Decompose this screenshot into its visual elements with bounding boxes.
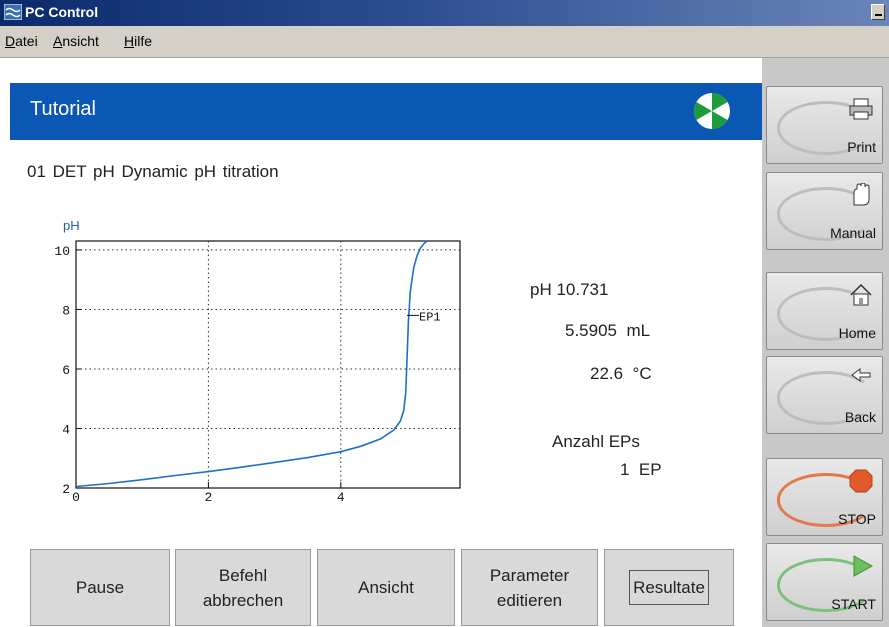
y-axis-label: pH <box>63 218 80 233</box>
start-label: START <box>831 596 876 612</box>
printer-icon <box>849 98 873 120</box>
abort-command-button[interactable]: Befehl abbrechen <box>175 549 311 626</box>
x-tick-label: 0 <box>72 490 80 505</box>
y-tick-label: 10 <box>54 244 70 259</box>
y-tick-label: 6 <box>62 363 70 378</box>
back-arrow-icon <box>851 368 871 382</box>
start-button[interactable]: START <box>766 543 883 621</box>
home-icon <box>850 283 872 306</box>
app-icon <box>4 4 22 20</box>
window-title: PC Control <box>25 4 99 20</box>
manual-label: Manual <box>830 225 876 241</box>
results-label: Resultate <box>629 570 709 605</box>
menu-hilfe[interactable]: Hilfe <box>124 33 152 49</box>
y-tick-label: 8 <box>62 303 70 318</box>
params-label-line1: Parameter <box>489 565 570 585</box>
back-button[interactable]: Back <box>766 356 883 434</box>
side-panel: Print Manual Home Back STOP START <box>762 58 889 627</box>
plot-frame <box>75 240 461 489</box>
minimize-button[interactable] <box>871 4 885 20</box>
ep-label: EP1 <box>419 310 441 324</box>
titration-chart: pH V [mL] 246810024EP1 <box>54 218 466 555</box>
page-title: Tutorial <box>30 98 96 120</box>
abort-label-line2: abbrechen <box>202 590 284 610</box>
print-label: Print <box>847 139 876 155</box>
params-label-line2: editieren <box>496 590 563 610</box>
manual-button[interactable]: Manual <box>766 172 883 250</box>
y-tick-label: 2 <box>62 482 70 497</box>
activity-fan-icon <box>693 93 730 129</box>
menu-bar: Datei Ansicht Hilfe <box>0 26 889 58</box>
volume-readout: 5.5905 mL <box>565 321 651 340</box>
stop-button[interactable]: STOP <box>766 458 883 536</box>
stop-label: STOP <box>838 511 876 527</box>
method-title: 01 DET pH Dynamic pH titration <box>27 162 279 181</box>
menu-datei[interactable]: Datei <box>5 33 38 49</box>
menu-ansicht[interactable]: Ansicht <box>53 33 99 49</box>
home-label: Home <box>838 325 876 341</box>
abort-label-line1: Befehl <box>218 565 268 585</box>
stop-octagon-icon <box>849 469 873 493</box>
x-tick-label: 4 <box>337 490 345 505</box>
back-label: Back <box>844 409 876 425</box>
home-button[interactable]: Home <box>766 272 883 350</box>
print-button[interactable]: Print <box>766 86 883 164</box>
edit-parameters-button[interactable]: Parameter editieren <box>461 549 598 626</box>
ph-readout: pH 10.731 <box>530 280 609 299</box>
pause-label: Pause <box>75 578 125 597</box>
pause-button[interactable]: Pause <box>30 549 170 626</box>
view-button[interactable]: Ansicht <box>317 549 455 626</box>
view-label: Ansicht <box>358 578 414 597</box>
bottom-button-bar: Pause Befehl abbrechen Ansicht Parameter e… <box>10 540 762 627</box>
ep-count-label: Anzahl EPs <box>552 432 640 451</box>
titration-curve <box>75 240 428 488</box>
x-tick-label: 2 <box>205 490 213 505</box>
ep-count-value: 1 EP <box>620 460 662 479</box>
y-tick-label: 4 <box>62 422 70 437</box>
title-bar: PC Control <box>0 0 889 26</box>
page-header: Tutorial <box>10 83 762 140</box>
results-button[interactable]: Resultate <box>604 549 734 626</box>
play-triangle-icon <box>853 555 874 577</box>
temperature-readout: 22.6 °C <box>590 364 652 383</box>
hand-icon <box>853 183 870 206</box>
